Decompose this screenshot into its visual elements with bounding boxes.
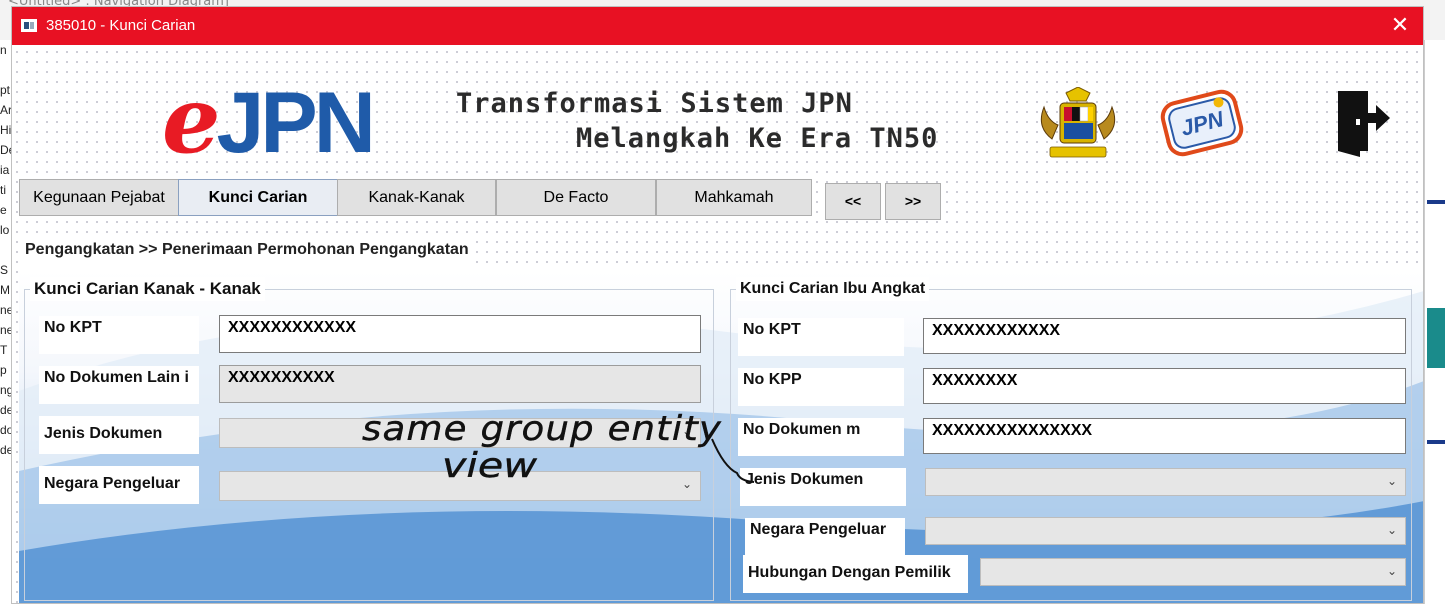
background-list-fragment: S <box>0 263 9 277</box>
background-list-fragment: pt <box>0 83 11 97</box>
mother-negara-pengeluar-select[interactable]: ⌄ <box>925 517 1406 545</box>
window-title: 385010 - Kunci Carian <box>46 17 196 34</box>
child-no-kpt-input[interactable]: XXXXXXXXXXXX <box>219 315 701 353</box>
background-list-fragment: ia <box>0 163 10 177</box>
logo-jpn: JPN <box>216 75 376 171</box>
mother-no-kpp-input[interactable]: XXXXXXXX <box>923 368 1406 404</box>
jpn-badge-icon: JPN <box>1160 89 1244 157</box>
background-list-fragment: T <box>0 343 8 357</box>
mother-no-kpt-input[interactable]: XXXXXXXXXXXX <box>923 318 1406 354</box>
kunci-carian-dialog: 385010 - Kunci Carian ✕ eJPN Transformas… <box>11 6 1424 604</box>
tab-de-facto[interactable]: De Facto <box>496 179 656 216</box>
background-list-fragment: Ar <box>0 103 11 117</box>
label-no-kpt-child: No KPT <box>39 316 199 354</box>
background-teal-block <box>1427 308 1445 368</box>
child-no-dokumen-lain-input[interactable]: XXXXXXXXXX <box>219 365 701 403</box>
label-jenis-dokumen-child: Jenis Dokumen <box>39 416 199 454</box>
slogan-line-2: Melangkah Ke Era TN50 <box>576 123 939 154</box>
previous-tab-button[interactable]: << <box>825 183 881 220</box>
background-list-fragment <box>0 60 11 80</box>
chevron-down-icon: ⌄ <box>681 424 692 438</box>
background-list-fragment: do <box>0 423 11 437</box>
child-negara-pengeluar-select[interactable]: ⌄ <box>219 471 701 501</box>
background-list-fragment <box>0 240 11 260</box>
label-negara-pengeluar-mother: Negara Pengeluar <box>745 518 905 556</box>
chevron-down-icon: ⌄ <box>1386 564 1397 578</box>
label-negara-pengeluar-child: Negara Pengeluar <box>39 466 199 504</box>
title-bar: 385010 - Kunci Carian ✕ <box>12 7 1423 45</box>
background-list-fragment: M <box>0 283 10 297</box>
label-jenis-dokumen-mother: Jenis Dokumen <box>740 468 906 506</box>
background-list-fragment: de <box>0 443 11 457</box>
chevron-down-icon: ⌄ <box>1386 474 1397 488</box>
tab-kegunaan-pejabat[interactable]: Kegunaan Pejabat <box>19 179 179 216</box>
label-hubungan-dengan-pemilik: Hubungan Dengan Pemilik <box>743 555 968 593</box>
mother-jenis-dokumen-select[interactable]: ⌄ <box>925 468 1406 496</box>
malaysia-coat-of-arms-icon <box>1040 87 1116 158</box>
background-list-fragment: ng <box>0 383 11 397</box>
background-list-fragment: ne <box>0 323 11 337</box>
background-strip <box>1427 440 1445 444</box>
background-list-fragment: n <box>0 43 7 57</box>
chevron-down-icon: ⌄ <box>1386 523 1397 537</box>
ibu-angkat-group-title: Kunci Carian Ibu Angkat <box>736 277 930 301</box>
background-list-fragment: lo <box>0 223 10 237</box>
ejpn-logo: eJPN <box>162 74 376 171</box>
tab-mahkamah[interactable]: Mahkamah <box>656 179 812 216</box>
next-tab-button[interactable]: >> <box>885 183 941 220</box>
kanak-kanak-group-title: Kunci Carian Kanak - Kanak <box>30 277 265 301</box>
label-no-kpt-mother: No KPT <box>738 318 904 356</box>
background-strip <box>1427 200 1445 204</box>
tab-kunci-carian[interactable]: Kunci Carian <box>178 179 338 216</box>
label-no-dokumen-mother: No Dokumen m <box>738 418 904 456</box>
label-no-kpp-mother: No KPP <box>738 368 904 406</box>
background-list-fragment: e C <box>0 203 7 217</box>
background-list-fragment: p <box>0 363 7 377</box>
logo-e: e <box>162 66 221 174</box>
background-list-fragment: de <box>0 403 11 417</box>
slogan-line-1: Transformasi Sistem JPN <box>456 88 853 119</box>
tab-kanak-kanak[interactable]: Kanak-Kanak <box>337 179 496 216</box>
background-list-fragment: De <box>0 143 11 157</box>
breadcrumb: Pengangkatan >> Penerimaan Permohonan Pe… <box>19 237 475 263</box>
chevron-down-icon: ⌄ <box>681 477 692 491</box>
close-button[interactable]: ✕ <box>1387 12 1413 38</box>
background-right-panel <box>1424 40 1445 604</box>
label-no-dokumen-lain-child: No Dokumen Lain i <box>39 366 199 404</box>
app-window-icon <box>21 19 37 32</box>
background-list-fragment: ne <box>0 303 11 317</box>
child-jenis-dokumen-select[interactable]: ⌄ <box>219 418 701 448</box>
background-list-fragment: Hi <box>0 123 11 137</box>
mother-no-dokumen-input[interactable]: XXXXXXXXXXXXXXX <box>923 418 1406 454</box>
hubungan-dengan-pemilik-select[interactable]: ⌄ <box>980 558 1406 586</box>
background-list-fragment: ti <box>0 183 6 197</box>
exit-icon[interactable] <box>1334 85 1392 157</box>
